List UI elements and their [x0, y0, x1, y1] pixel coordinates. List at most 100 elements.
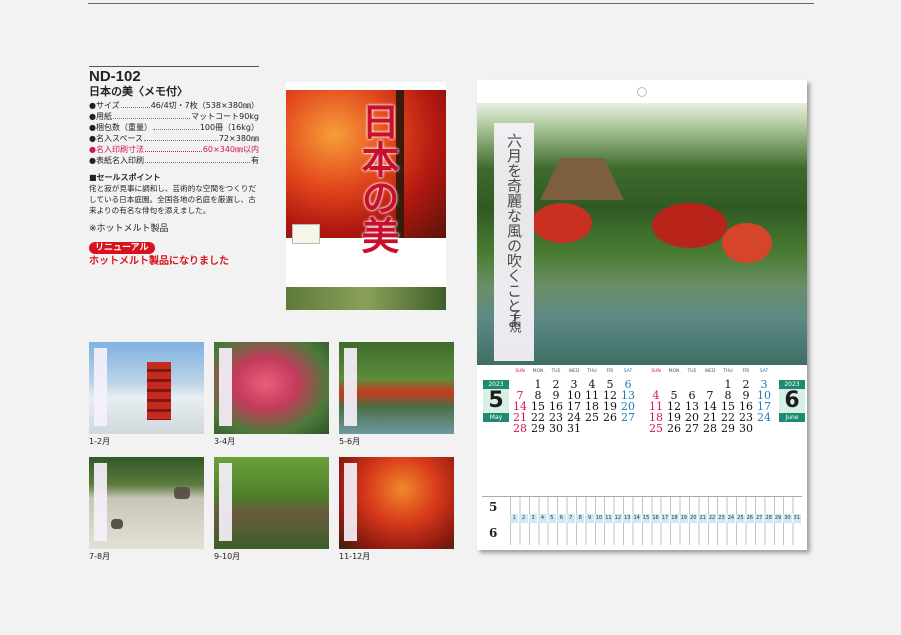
thumbnail-label: 7-8月 — [89, 552, 111, 561]
memo-day: 13 — [623, 514, 633, 523]
day-cell: 30 — [549, 422, 563, 435]
memo-day: 17 — [661, 514, 671, 523]
spec-row: ●梱包数（重量） 100冊（16kg） — [89, 122, 259, 133]
day-cell: 30 — [739, 422, 753, 435]
memo-day: 12 — [614, 514, 624, 523]
thumbnail-label: 5-6月 — [339, 437, 361, 446]
memo-day: 3 — [529, 514, 539, 523]
month-grid-may: SUN MON TUE WED THU FRI SAT 1 2 3 4 5 6 7 8 9 10 11 12 13 14… — [511, 368, 637, 434]
cover-title: 日本の美 — [355, 102, 400, 254]
sales-text: 侘と寂が見事に調和し、芸術的な空間をつくりだしている日本庭園。全国各地の名庭を厳… — [89, 184, 257, 215]
renewal-text: ホットメルト製品になりました — [89, 256, 229, 267]
thumbnail-jan-feb — [89, 342, 204, 434]
memo-day: 23 — [717, 514, 727, 523]
spec-label: ●梱包数（重量） — [89, 123, 152, 132]
spec-label: ●サイズ — [89, 101, 120, 110]
thumbnail-sep-oct — [214, 457, 329, 549]
memo-day: 5 — [548, 514, 558, 523]
day-cell: 27 — [685, 422, 699, 435]
day-cell: 31 — [567, 422, 581, 435]
spec-row: ●用紙 マットコート90kg — [89, 111, 259, 122]
memo-day: 26 — [746, 514, 755, 523]
product-title: 日本の美〈メモ付〉 — [89, 85, 188, 98]
month-grid-june: SUN MON TUE WED THU FRI SAT 1 2 3 4 5 6 7 8 9 10 11 12 13 14… — [647, 368, 773, 434]
memo-day: 18 — [670, 514, 680, 523]
month-label-june: 2023 6 June — [779, 380, 805, 422]
thumbnail-mar-apr — [214, 342, 329, 434]
renewal-badge: リニューアル — [89, 242, 155, 254]
spec-row: ●表紙名入印刷 有 — [89, 155, 259, 166]
memo-strip: 5 6 1 2 3 4 5 6 7 8 9 10 11 12 13 14 15 16 17 18 19 20 21 22 2… — [482, 496, 803, 545]
garden-photo: 六月を奇麗な風の吹くことよ 子規 — [477, 103, 807, 365]
poem-signature: 子規 — [508, 309, 522, 333]
spec-row: ●名入スペース 72×380㎜ — [89, 133, 259, 144]
thatched-roof — [540, 158, 624, 200]
memo-day: 2 — [519, 514, 529, 523]
memo-day: 19 — [680, 514, 690, 523]
day-cell: 29 — [531, 422, 545, 435]
memo-month-5: 5 — [489, 500, 498, 514]
memo-day: 31 — [793, 514, 803, 523]
day-cell — [583, 423, 601, 434]
memo-day: 14 — [632, 514, 642, 523]
spec-row: ●名入印刷寸法 60×340㎜以内 — [89, 144, 259, 155]
day-cell: 28 — [703, 422, 717, 435]
day-header: WED — [704, 369, 716, 374]
hotmelt-note: ※ホットメルト製品 — [89, 224, 169, 234]
day-cell: 26 — [603, 411, 617, 424]
memo-day: 22 — [708, 514, 718, 523]
product-info: ND-102 日本の美〈メモ付〉 ●サイズ 46/4切・7枚（538×380㎜） ●… — [89, 66, 259, 267]
memo-day: 15 — [642, 514, 652, 523]
day-cell: 27 — [621, 411, 635, 424]
memo-day: 16 — [651, 514, 661, 523]
spec-label: ●用紙 — [89, 112, 112, 121]
memo-day: 8 — [576, 514, 586, 523]
spec-value: 100冊（16kg） — [199, 123, 259, 132]
memo-day: 28 — [764, 514, 774, 523]
thumbnail-may-jun — [339, 342, 454, 434]
day-cell: 25 — [585, 411, 599, 424]
memo-day: 6 — [557, 514, 567, 523]
product-code: ND-102 — [89, 66, 259, 85]
day-cell — [619, 423, 637, 434]
pagoda-image — [147, 362, 171, 420]
memo-day: 10 — [595, 514, 605, 523]
memo-day: 1 — [510, 514, 520, 523]
day-cell: 24 — [757, 411, 771, 424]
spec-list: ●サイズ 46/4切・7枚（538×380㎜） ●用紙 マットコート90kg ●梱包数（… — [89, 100, 259, 166]
spec-value: 60×340㎜以内 — [202, 145, 259, 154]
thumbnail-label: 9-10月 — [214, 552, 241, 561]
thumbnail-jul-aug — [89, 457, 204, 549]
day-cell: 25 — [649, 422, 663, 435]
spec-label: ●表紙名入印刷 — [89, 156, 144, 165]
spec-label: ●名入印刷寸法 — [89, 145, 144, 154]
day-cell: 26 — [667, 422, 681, 435]
day-header: MON — [668, 369, 680, 374]
day-cell: 29 — [721, 422, 735, 435]
spec-value: 有 — [251, 156, 259, 165]
memo-day: 21 — [698, 514, 708, 523]
day-header: SUN — [515, 369, 525, 374]
day-header: TUE — [687, 369, 697, 374]
day-cell — [601, 423, 619, 434]
memo-day: 29 — [774, 514, 784, 523]
memo-day: 30 — [783, 514, 793, 523]
poem-text: 六月を奇麗な風の吹くことよ — [505, 133, 523, 328]
memo-day: 9 — [585, 514, 595, 523]
spec-row: ●サイズ 46/4切・7枚（538×380㎜） — [89, 100, 259, 111]
memo-day: 4 — [538, 514, 548, 523]
top-rule — [88, 3, 814, 4]
sales-heading: ■セールスポイント — [89, 173, 161, 182]
memo-day: 25 — [736, 514, 746, 523]
spec-value: 46/4切・7枚（538×380㎜） — [150, 101, 259, 110]
spec-value: マットコート90kg — [191, 112, 259, 121]
cover-bottom-photo — [286, 287, 446, 310]
memo-month-6: 6 — [489, 526, 498, 540]
thumbnail-label: 3-4月 — [214, 437, 236, 446]
memo-day: 20 — [689, 514, 699, 523]
month-label-may: 2023 5 May — [483, 380, 509, 422]
spec-label: ●名入スペース — [89, 134, 144, 143]
calendar-page: 六月を奇麗な風の吹くことよ 子規 2023 5 May SUN MON TUE WED… — [477, 80, 807, 550]
memo-day-row: 1 2 3 4 5 6 7 8 9 10 11 12 13 14 15 16 17 18 19 20 21 22 23 24 2… — [510, 514, 803, 523]
thumbnail-label: 11-12月 — [339, 552, 371, 561]
